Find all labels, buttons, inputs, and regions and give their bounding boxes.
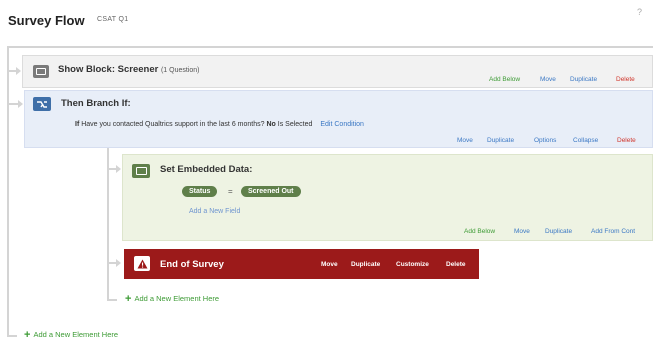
question-count: (1 Question) (160, 67, 200, 74)
branch-collapse-button[interactable]: Collapse (573, 137, 598, 144)
end-of-survey-block[interactable]: End of Survey Move Duplicate Customize D… (124, 249, 479, 279)
end-move-button[interactable]: Move (321, 261, 338, 268)
flow-arrow-show-block (16, 67, 21, 75)
branch-delete-button[interactable]: Delete (617, 137, 636, 144)
plus-icon: + (125, 293, 132, 305)
branch-title: Then Branch If: (61, 98, 131, 109)
end-delete-button[interactable]: Delete (446, 261, 466, 268)
embedded-move-button[interactable]: Move (514, 228, 530, 235)
end-of-survey-title: End of Survey (160, 259, 224, 270)
block-icon (33, 65, 49, 78)
help-icon[interactable]: ? (637, 7, 642, 17)
show-block-duplicate-button[interactable]: Duplicate (570, 76, 597, 83)
flow-connector-add-inner (107, 299, 117, 301)
plus-icon: + (24, 329, 31, 341)
add-element-inner-link[interactable]: + Add a New Element Here (125, 293, 219, 305)
flow-arrow-embedded (116, 165, 121, 173)
embedded-field-name[interactable]: Status (182, 186, 218, 197)
branch-block[interactable]: Then Branch If: If Have you contacted Qu… (24, 90, 653, 148)
add-element-outer-link[interactable]: + Add a New Element Here (24, 329, 118, 341)
embedded-duplicate-button[interactable]: Duplicate (545, 228, 572, 235)
embedded-add-below-button[interactable]: Add Below (464, 228, 495, 235)
page-title: Survey Flow (8, 13, 85, 28)
embedded-data-block[interactable]: Set Embedded Data: Status = Screened Out… (122, 154, 653, 241)
branch-move-button[interactable]: Move (457, 137, 473, 144)
flow-connector-add-outer (7, 335, 17, 337)
add-from-contact-button[interactable]: Add From Cont (591, 228, 635, 235)
flow-line-main (7, 46, 9, 336)
embedded-data-icon (132, 164, 150, 178)
embedded-data-title: Set Embedded Data: (160, 164, 253, 175)
flow-arrow-branch (18, 100, 23, 108)
flow-arrow-end (116, 259, 121, 267)
end-duplicate-button[interactable]: Duplicate (351, 261, 380, 268)
warning-icon (134, 256, 150, 271)
branch-condition: If Have you contacted Qualtrics support … (75, 121, 364, 128)
show-block-title: Show Block: Screener (1 Question) (58, 64, 200, 75)
branch-icon (33, 97, 51, 111)
flow-line-top (7, 46, 653, 48)
embedded-field-value[interactable]: Screened Out (241, 186, 301, 197)
edit-condition-link[interactable]: Edit Condition (320, 121, 364, 128)
add-new-field-link[interactable]: Add a New Field (189, 208, 240, 215)
branch-duplicate-button[interactable]: Duplicate (487, 137, 514, 144)
show-block-screener[interactable]: Show Block: Screener (1 Question) Add Be… (22, 55, 653, 88)
equals-sign: = (228, 187, 233, 196)
show-block-move-button[interactable]: Move (540, 76, 556, 83)
show-block-add-below-button[interactable]: Add Below (489, 76, 520, 83)
survey-name: CSAT Q1 (97, 16, 129, 23)
branch-options-button[interactable]: Options (534, 137, 556, 144)
flow-line-branch (107, 148, 109, 300)
show-block-delete-button[interactable]: Delete (616, 76, 635, 83)
end-customize-button[interactable]: Customize (396, 261, 429, 268)
